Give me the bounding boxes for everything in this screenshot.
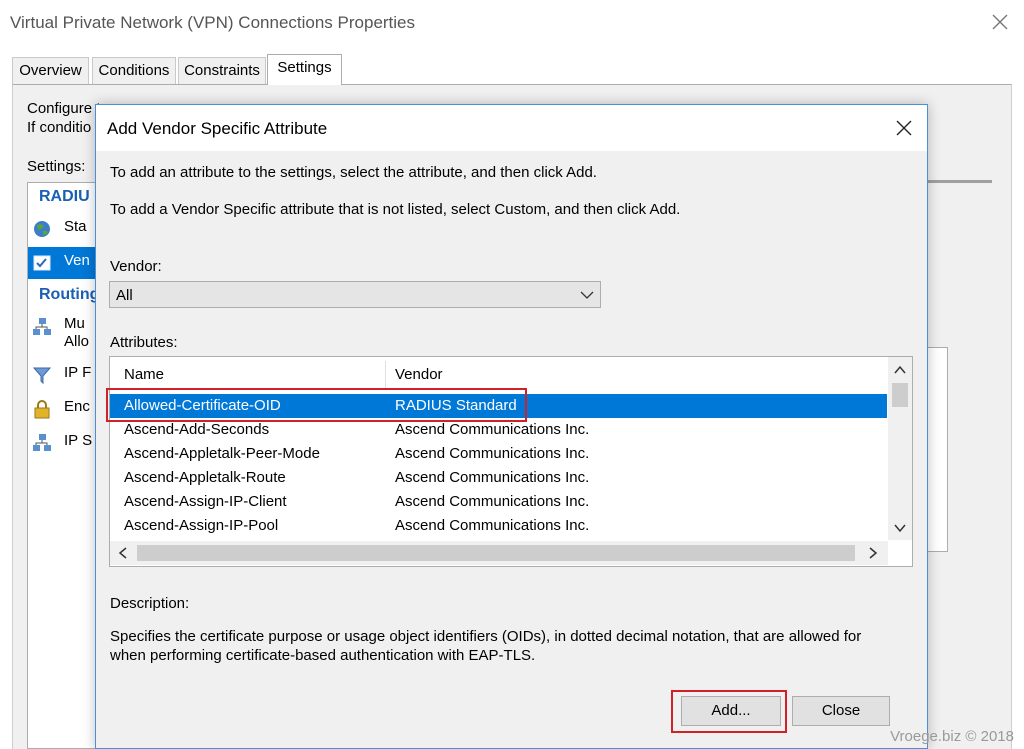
- lock-icon: [34, 400, 50, 419]
- attribute-vendor: RADIUS Standard: [395, 397, 517, 414]
- dialog-title: Add Vendor Specific Attribute: [107, 119, 328, 138]
- dialog-close-button[interactable]: [893, 117, 915, 139]
- settings-label: Settings:: [27, 158, 86, 175]
- checkbox-icon: [33, 255, 51, 271]
- chevron-right-icon[interactable]: [866, 546, 880, 560]
- chevron-up-icon[interactable]: [893, 363, 907, 377]
- settings-category-list: RADIU Sta Ven Routing Mu Allo IP F Enc I…: [27, 182, 100, 749]
- attribute-vendor: Ascend Communications Inc.: [395, 493, 590, 510]
- category-item-label: Ven: [64, 252, 90, 269]
- category-item-ip-filters[interactable]: IP F: [28, 359, 92, 391]
- attribute-name: Ascend-Appletalk-Route: [124, 469, 286, 486]
- settings-attribute-box: [928, 347, 948, 552]
- horizontal-scrollbar[interactable]: [110, 541, 888, 565]
- add-button[interactable]: Add...: [681, 696, 781, 726]
- network-icon: [33, 434, 51, 451]
- table-row[interactable]: Ascend-Appletalk-Peer-Mode Ascend Commun…: [110, 442, 887, 466]
- vendor-select[interactable]: All: [109, 281, 601, 308]
- category-item-label: Sta: [64, 218, 87, 235]
- window-title: Virtual Private Network (VPN) Connection…: [10, 13, 416, 32]
- category-item-label: IP S: [64, 432, 93, 449]
- description-label: Description:: [110, 595, 190, 612]
- category-item-label: Enc: [64, 398, 90, 415]
- category-item-label: Mu: [64, 315, 85, 332]
- category-item-multilink[interactable]: Mu Allo: [28, 311, 90, 351]
- close-icon: [896, 120, 912, 136]
- tab-settings[interactable]: Settings: [267, 54, 342, 85]
- category-heading-radius: RADIU: [39, 188, 90, 205]
- table-row[interactable]: Ascend-Appletalk-Route Ascend Communicat…: [110, 466, 887, 490]
- table-row[interactable]: Ascend-Add-Seconds Ascend Communications…: [110, 418, 887, 442]
- category-item-ip-settings[interactable]: IP S: [28, 427, 92, 459]
- table-row[interactable]: Ascend-Assign-IP-Pool Ascend Communicati…: [110, 514, 887, 538]
- chevron-left-icon[interactable]: [116, 546, 130, 560]
- vertical-scrollbar[interactable]: [888, 357, 912, 540]
- tab-constraints[interactable]: Constraints: [178, 57, 266, 84]
- category-item-label-line2: Allo: [64, 333, 90, 350]
- attribute-name: Ascend-Assign-IP-Pool: [124, 517, 279, 534]
- category-heading-routing: Routing: [39, 286, 100, 303]
- settings-description-line1: Configure t: [27, 100, 101, 117]
- settings-description-line2: If conditio: [27, 119, 92, 136]
- attribute-name: Allowed-Certificate-OID: [124, 397, 281, 414]
- category-item-vendor-specific[interactable]: Ven: [28, 247, 96, 279]
- window-close-button[interactable]: [988, 10, 1012, 34]
- close-button[interactable]: Close: [792, 696, 890, 726]
- attribute-vendor: Ascend Communications Inc.: [395, 421, 590, 438]
- attribute-vendor: Ascend Communications Inc.: [395, 469, 590, 486]
- network-icon: [33, 318, 51, 335]
- table-row[interactable]: Ascend-Assign-IP-Client Ascend Communica…: [110, 490, 887, 514]
- category-item-label: IP F: [64, 364, 92, 381]
- vertical-scroll-thumb[interactable]: [892, 383, 908, 407]
- chevron-down-icon[interactable]: [893, 521, 907, 535]
- settings-panel-edge: [928, 180, 992, 183]
- attribute-vendor: Ascend Communications Inc.: [395, 517, 590, 534]
- instruction-text-2: To add a Vendor Specific attribute that …: [110, 201, 681, 218]
- attributes-label: Attributes:: [110, 334, 178, 351]
- column-divider[interactable]: [385, 361, 386, 389]
- attributes-list[interactable]: Name Vendor Allowed-Certificate-OID RADI…: [109, 356, 913, 567]
- table-row[interactable]: Allowed-Certificate-OID RADIUS Standard: [110, 394, 887, 418]
- tab-conditions[interactable]: Conditions: [92, 57, 176, 84]
- description-text: Specifies the certificate purpose or usa…: [110, 628, 862, 664]
- category-item-encryption[interactable]: Enc: [28, 393, 90, 425]
- vendor-label: Vendor:: [110, 258, 162, 275]
- watermark: Vroege.biz © 2018: [890, 728, 1014, 745]
- column-header-name[interactable]: Name: [124, 361, 164, 389]
- category-item-standard[interactable]: Sta: [28, 213, 88, 245]
- attribute-vendor: Ascend Communications Inc.: [395, 445, 590, 462]
- vendor-select-value: All: [116, 287, 133, 304]
- attribute-name: Ascend-Assign-IP-Client: [124, 493, 287, 510]
- tab-overview[interactable]: Overview: [12, 57, 89, 84]
- attribute-name: Ascend-Appletalk-Peer-Mode: [124, 445, 320, 462]
- add-vendor-attribute-dialog: Add Vendor Specific Attribute To add an …: [95, 104, 928, 749]
- horizontal-scroll-thumb[interactable]: [137, 545, 855, 561]
- chevron-down-icon: [580, 291, 594, 299]
- globe-icon: [34, 221, 50, 237]
- close-icon: [992, 14, 1008, 30]
- column-header-vendor[interactable]: Vendor: [395, 361, 443, 389]
- filter-icon: [32, 367, 52, 385]
- attribute-name: Ascend-Add-Seconds: [124, 421, 270, 438]
- instruction-text-1: To add an attribute to the settings, sel…: [110, 164, 597, 181]
- dialog-titlebar: Add Vendor Specific Attribute: [96, 105, 927, 151]
